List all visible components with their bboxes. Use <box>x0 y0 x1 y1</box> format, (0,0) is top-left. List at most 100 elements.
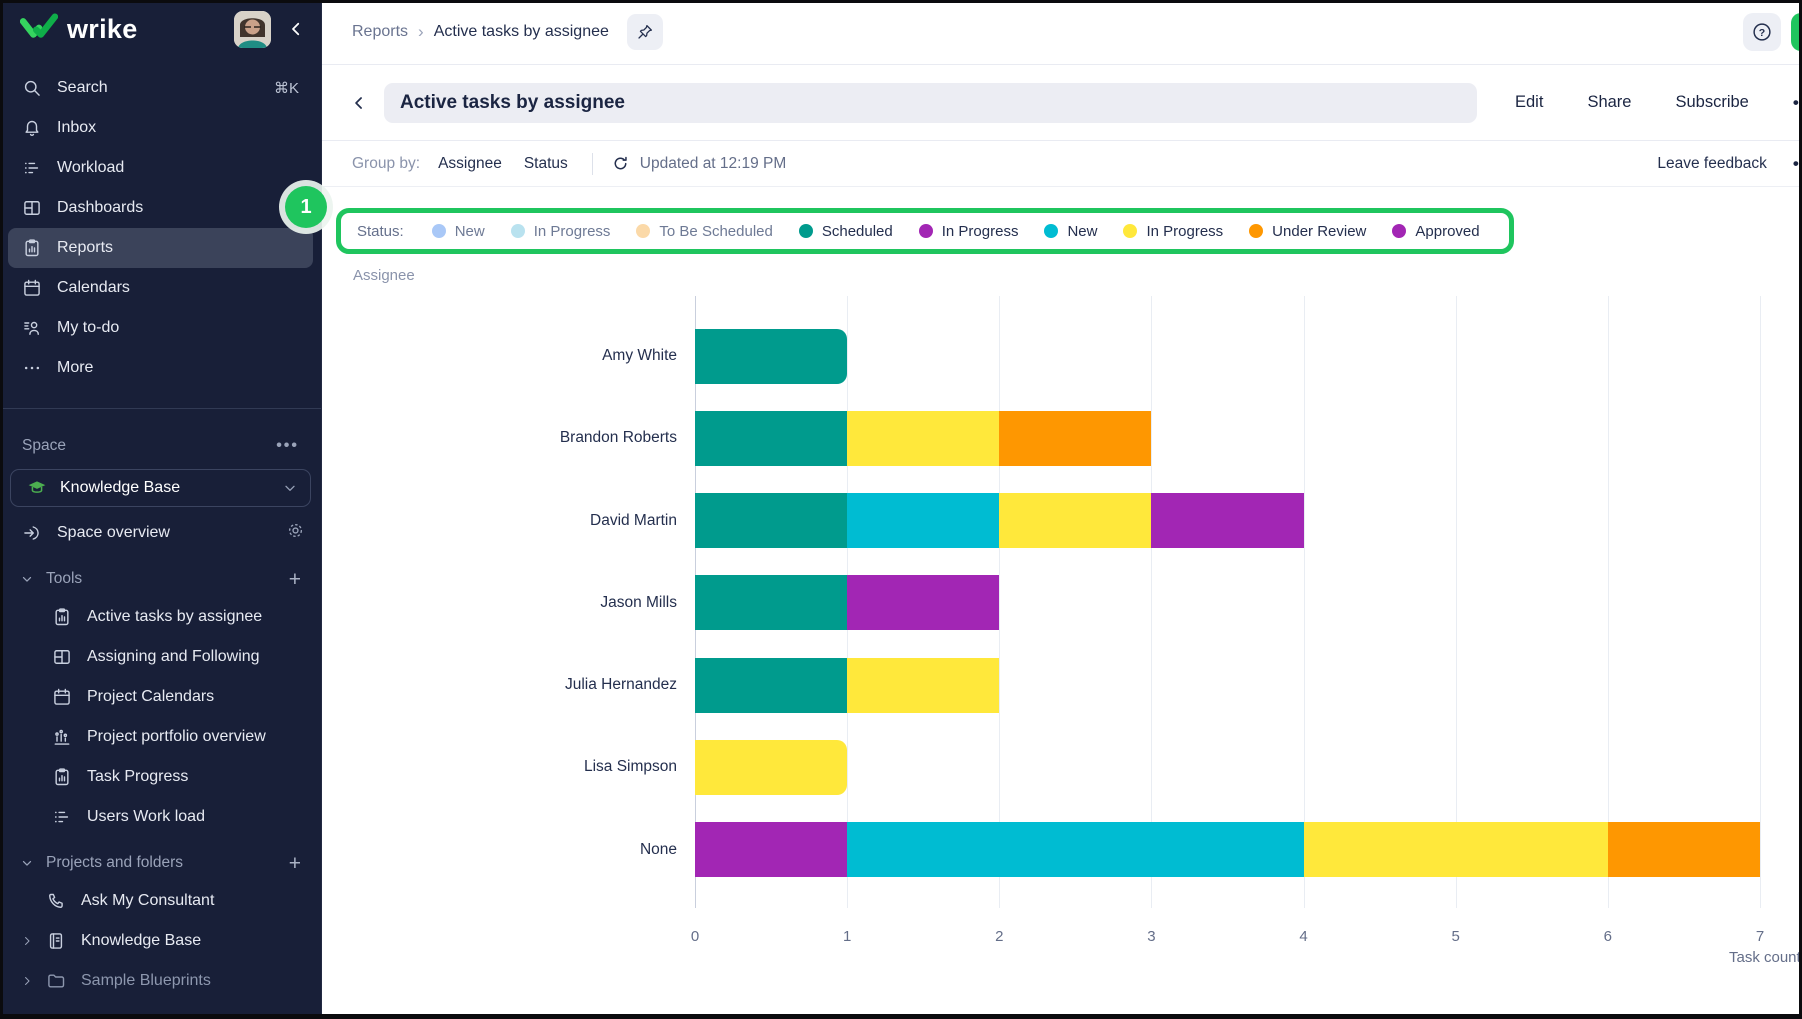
bar-segment-none-under-review[interactable] <box>1608 822 1760 877</box>
title-more-button[interactable]: ••• <box>1793 93 1802 113</box>
bar-segment-none-new[interactable] <box>847 822 1303 877</box>
category-label-lisa-simpson: Lisa Simpson <box>322 756 677 778</box>
sidebar-item-assigning-and-following[interactable]: Assigning and Following <box>0 637 321 677</box>
breadcrumb-current: Active tasks by assignee <box>434 23 609 41</box>
gridline <box>1304 296 1305 908</box>
bar-segment-jason-mills-scheduled[interactable] <box>695 575 847 630</box>
sidebar-item-my-to-do[interactable]: My to-do <box>8 308 313 348</box>
subscribe-button[interactable]: Subscribe <box>1675 93 1748 112</box>
sidebar-item-project-calendars[interactable]: Project Calendars <box>0 677 321 717</box>
bar-segment-none-in-progress[interactable] <box>1304 822 1608 877</box>
status-legend: Status: NewIn ProgressTo Be ScheduledSch… <box>357 223 1480 240</box>
legend-dot <box>432 224 446 238</box>
collapse-sidebar-icon[interactable] <box>287 20 305 38</box>
space-selector[interactable]: Knowledge Base <box>10 469 311 507</box>
meta-more-button[interactable]: ••• <box>1793 154 1802 174</box>
sidebar-item-sample-blueprints[interactable]: Sample Blueprints <box>0 961 321 1001</box>
sidebar-item-active-tasks-by-assignee[interactable]: Active tasks by assignee <box>0 597 321 637</box>
sidebar-item-space-overview[interactable]: Space overview <box>0 513 321 553</box>
bar-segment-julia-hernandez-in-progress[interactable] <box>847 658 999 713</box>
wrike-logo[interactable]: wrike <box>20 13 234 46</box>
sidebar-item-calendars[interactable]: Calendars <box>8 268 313 308</box>
space-more-icon[interactable]: ••• <box>276 437 299 455</box>
legend-item-to-be-scheduled[interactable]: To Be Scheduled <box>636 223 772 240</box>
legend-item-approved[interactable]: Approved <box>1392 223 1479 240</box>
sidebar-item-label: Dashboards <box>57 199 299 217</box>
sidebar-item-users-work-load[interactable]: Users Work load <box>0 797 321 837</box>
tools-list: Active tasks by assignee Assigning and Fo… <box>0 597 321 837</box>
sidebar-item-ask-my-consultant[interactable]: Ask My Consultant <box>0 881 321 921</box>
edit-button[interactable]: Edit <box>1515 93 1543 112</box>
x-tick-label: 3 <box>1147 928 1155 945</box>
group-by-assignee[interactable]: Assignee <box>438 155 502 173</box>
legend-dot <box>636 224 650 238</box>
gear-icon[interactable] <box>286 521 305 545</box>
sidebar-item-workload[interactable]: Workload <box>8 148 313 188</box>
sidebar-item-dashboards[interactable]: Dashboards <box>8 188 313 228</box>
sidebar-item-project-portfolio-overview[interactable]: Project portfolio overview <box>0 717 321 757</box>
graduation-cap-icon <box>27 478 47 498</box>
bar-segment-jason-mills-in-progress[interactable] <box>847 575 999 630</box>
legend-dot <box>511 224 525 238</box>
bar-segment-lisa-simpson-in-progress[interactable] <box>695 740 847 795</box>
x-tick-label: 5 <box>1452 928 1460 945</box>
sidebar-item-reports[interactable]: Reports <box>8 228 313 268</box>
legend-item-under-review[interactable]: Under Review <box>1249 223 1366 240</box>
bar-segment-david-martin-in-progress[interactable] <box>999 493 1151 548</box>
add-project-icon[interactable]: + <box>289 853 301 874</box>
create-new-button[interactable] <box>1791 13 1802 51</box>
bar-segment-david-martin-new[interactable] <box>847 493 999 548</box>
share-button[interactable]: Share <box>1587 93 1631 112</box>
breadcrumb-reports-link[interactable]: Reports <box>352 23 408 41</box>
report-icon <box>22 238 42 258</box>
report-icon <box>52 607 72 627</box>
group-by-label: Group by: <box>352 155 420 173</box>
sidebar-item-task-progress[interactable]: Task Progress <box>0 757 321 797</box>
refresh-icon[interactable] <box>611 154 630 173</box>
legend-item-new[interactable]: New <box>1044 223 1097 240</box>
x-tick-label: 7 <box>1756 928 1764 945</box>
tools-section-header[interactable]: Tools + <box>0 561 321 597</box>
legend-item-new[interactable]: New <box>432 223 485 240</box>
legend-dot <box>1044 224 1058 238</box>
help-button[interactable]: ? <box>1743 13 1781 51</box>
bar-segment-david-martin-scheduled[interactable] <box>695 493 847 548</box>
sidebar-item-more[interactable]: More <box>8 348 313 388</box>
bar-segment-julia-hernandez-scheduled[interactable] <box>695 658 847 713</box>
group-by-status[interactable]: Status <box>524 155 568 173</box>
sidebar-item-label: Workload <box>57 159 299 177</box>
title-actions: Edit Share Subscribe ••• <box>1515 93 1802 113</box>
topbar-actions: ? <box>1743 13 1802 51</box>
legend-item-in-progress[interactable]: In Progress <box>919 223 1019 240</box>
user-avatar[interactable] <box>234 11 271 48</box>
x-tick-label: 2 <box>995 928 1003 945</box>
sidebar-item-knowledge-base[interactable]: Knowledge Base <box>0 921 321 961</box>
leave-feedback-link[interactable]: Leave feedback <box>1657 155 1766 173</box>
sidebar-item-search[interactable]: Search⌘K <box>8 68 313 108</box>
tool-item-label: Assigning and Following <box>87 648 307 666</box>
legend-item-label: To Be Scheduled <box>659 223 772 240</box>
legend-item-label: Approved <box>1415 223 1479 240</box>
workload-icon <box>52 807 72 827</box>
legend-dot <box>799 224 813 238</box>
add-tool-icon[interactable]: + <box>289 569 301 590</box>
legend-item-in-progress[interactable]: In Progress <box>1123 223 1223 240</box>
bar-segment-brandon-roberts-in-progress[interactable] <box>847 411 999 466</box>
bar-segment-brandon-roberts-under-review[interactable] <box>999 411 1151 466</box>
report-title-input[interactable]: Active tasks by assignee <box>384 83 1477 123</box>
bar-segment-brandon-roberts-scheduled[interactable] <box>695 411 847 466</box>
chevron-right-icon[interactable] <box>20 974 40 988</box>
bar-segment-david-martin-approved[interactable] <box>1151 493 1303 548</box>
back-icon[interactable] <box>344 93 374 113</box>
chart-region: Status: NewIn ProgressTo Be ScheduledSch… <box>322 187 1802 1019</box>
legend-item-scheduled[interactable]: Scheduled <box>799 223 893 240</box>
chevron-right-icon[interactable] <box>20 934 40 948</box>
workload-icon <box>22 158 42 178</box>
sidebar-item-inbox[interactable]: Inbox <box>8 108 313 148</box>
bar-segment-amy-white-scheduled[interactable] <box>695 329 847 384</box>
pin-button[interactable] <box>627 14 663 50</box>
legend-dot <box>1123 224 1137 238</box>
bar-segment-none-in-progress[interactable] <box>695 822 847 877</box>
legend-item-in-progress[interactable]: In Progress <box>511 223 611 240</box>
projects-section-header[interactable]: Projects and folders + <box>0 845 321 881</box>
